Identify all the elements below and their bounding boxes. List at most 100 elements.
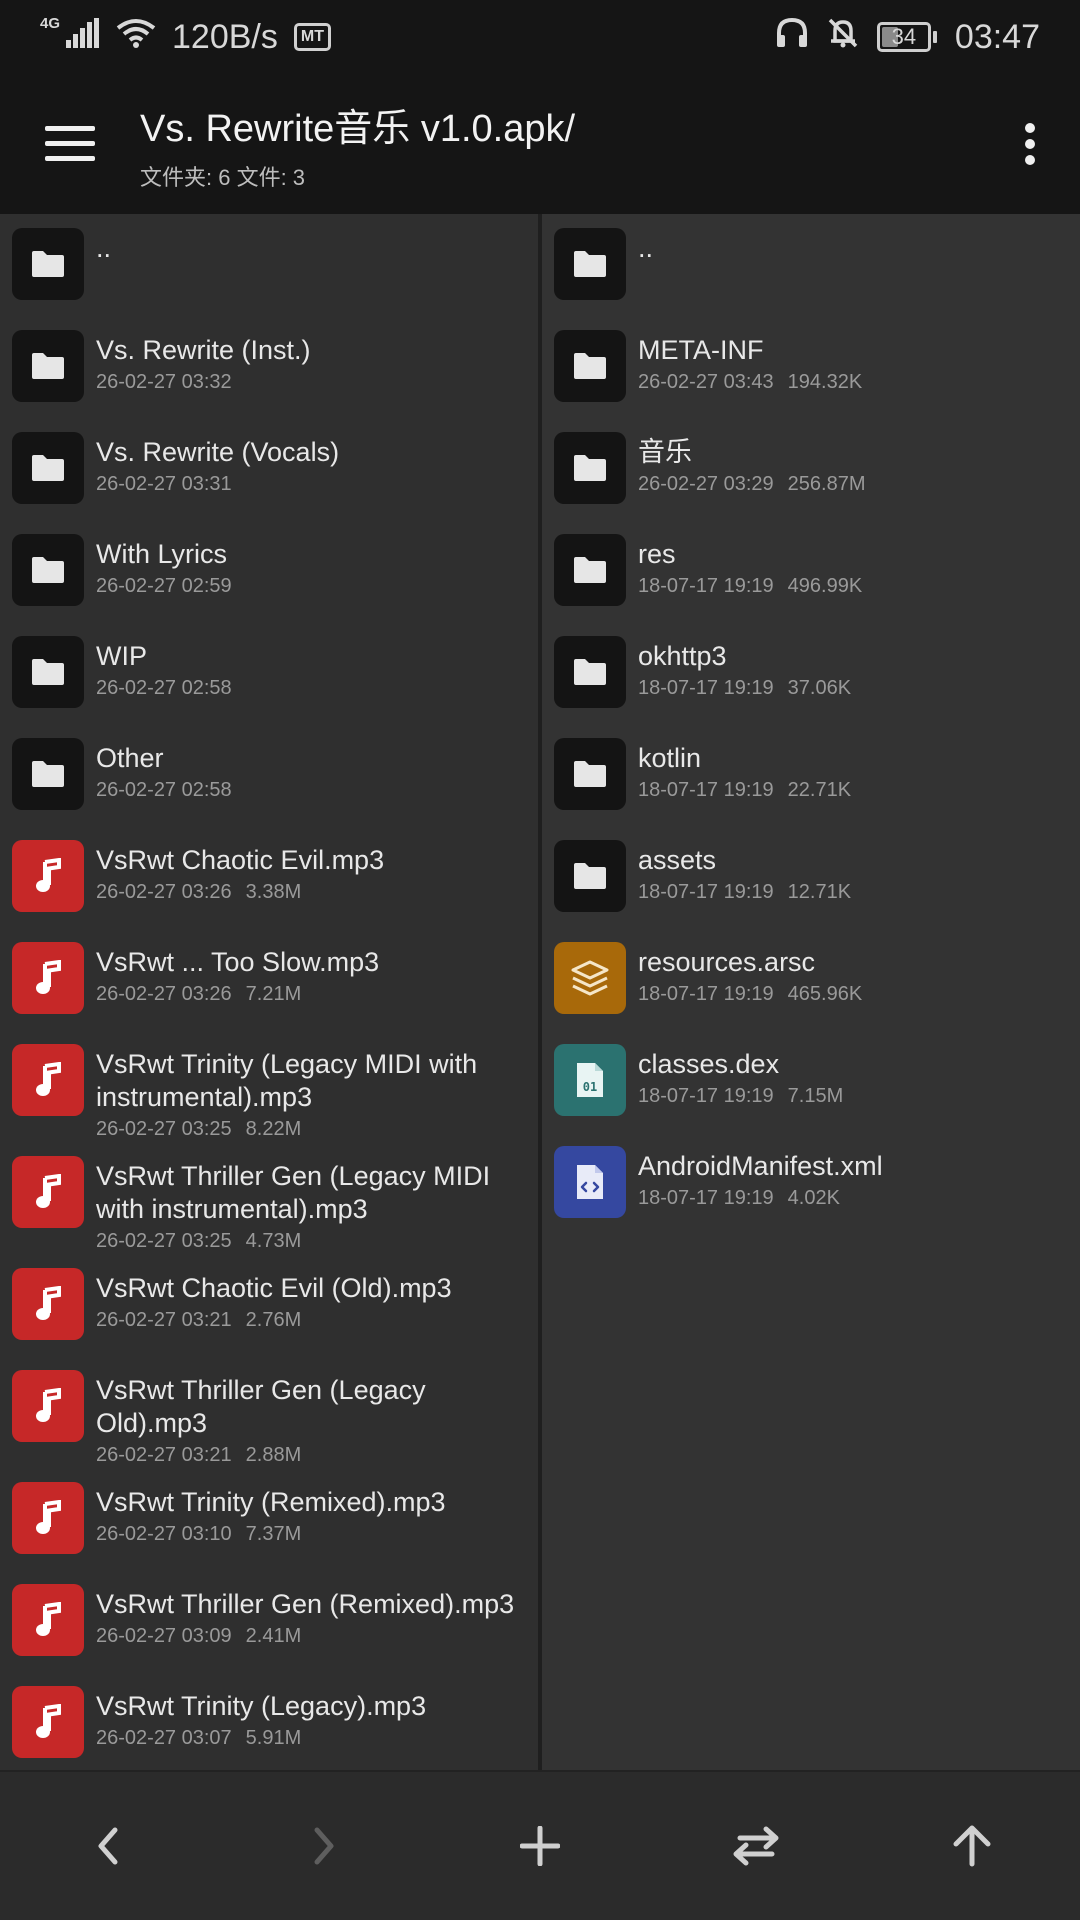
code-file-icon[interactable] xyxy=(554,1146,626,1218)
file-date: 26-02-27 02:58 xyxy=(96,779,232,801)
file-list-item[interactable]: VsRwt Trinity (Legacy).mp3 26-02-27 03:07… xyxy=(0,1672,538,1770)
folder-icon[interactable] xyxy=(12,432,84,504)
folder-icon[interactable] xyxy=(554,738,626,810)
file-name: .. xyxy=(638,233,654,263)
file-list-item[interactable]: VsRwt Trinity (Legacy MIDI with instrume… xyxy=(0,1030,538,1142)
file-list-item[interactable]: 01 classes.dex 18-07-17 19:19 7.15M xyxy=(542,1030,1080,1132)
right-file-list[interactable]: .. META-INF 26-02-27 03:43 194.32K 音乐 26-02-2… xyxy=(542,214,1080,1770)
file-list-item[interactable]: assets 18-07-17 19:19 12.71K xyxy=(542,826,1080,928)
file-name: META-INF xyxy=(638,335,764,365)
music-note-icon[interactable] xyxy=(12,1268,84,1340)
folder-icon[interactable] xyxy=(12,636,84,708)
file-list-item[interactable]: VsRwt Chaotic Evil.mp3 26-02-27 03:26 3.38… xyxy=(0,826,538,928)
file-list-item[interactable]: resources.arsc 18-07-17 19:19 465.96K xyxy=(542,928,1080,1030)
network-speed: 120B/s xyxy=(172,17,278,56)
music-note-icon[interactable] xyxy=(12,1044,84,1116)
more-options-button[interactable] xyxy=(980,74,1080,214)
file-list-item[interactable]: Vs. Rewrite (Vocals) 26-02-27 03:31 xyxy=(0,418,538,520)
file-info: Vs. Rewrite (Inst.) 26-02-27 03:32 xyxy=(96,330,538,395)
file-date: 18-07-17 19:19 xyxy=(638,779,774,801)
music-note-icon[interactable] xyxy=(12,942,84,1014)
file-list-item[interactable]: VsRwt Thriller Gen (Legacy MIDI with ins… xyxy=(0,1142,538,1254)
file-info: .. xyxy=(638,228,1080,265)
layers-icon[interactable] xyxy=(554,942,626,1014)
folder-icon[interactable] xyxy=(554,534,626,606)
file-date: 26-02-27 03:25 xyxy=(96,1118,232,1140)
music-note-icon[interactable] xyxy=(12,1584,84,1656)
file-date: 18-07-17 19:19 xyxy=(638,1085,774,1107)
file-date: 26-02-27 03:32 xyxy=(96,371,232,393)
back-button[interactable] xyxy=(48,1786,168,1906)
file-list-item[interactable]: With Lyrics 26-02-27 02:59 xyxy=(0,520,538,622)
file-size: 7.15M xyxy=(787,1085,844,1107)
arrow-up-icon xyxy=(953,1825,991,1867)
folder-icon[interactable] xyxy=(554,840,626,912)
file-date: 26-02-27 02:59 xyxy=(96,575,232,597)
file-size: 2.88M xyxy=(245,1444,302,1466)
battery-percent: 34 xyxy=(891,24,917,49)
menu-button[interactable] xyxy=(0,74,140,214)
file-name: Vs. Rewrite (Vocals) xyxy=(96,437,340,467)
file-list-item[interactable]: okhttp3 18-07-17 19:19 37.06K xyxy=(542,622,1080,724)
go-up-button[interactable] xyxy=(912,1786,1032,1906)
folder-icon[interactable] xyxy=(554,636,626,708)
forward-button[interactable] xyxy=(264,1786,384,1906)
folder-icon[interactable] xyxy=(12,228,84,300)
file-name: Vs. Rewrite (Inst.) xyxy=(96,335,311,365)
file-list-item[interactable]: META-INF 26-02-27 03:43 194.32K xyxy=(542,316,1080,418)
add-button[interactable] xyxy=(480,1786,600,1906)
file-info: VsRwt Chaotic Evil (Old).mp3 26-02-27 03:… xyxy=(96,1268,538,1333)
folder-icon[interactable] xyxy=(12,534,84,606)
file-list-item[interactable]: VsRwt Chaotic Evil (Old).mp3 26-02-27 03:… xyxy=(0,1254,538,1356)
file-list-item[interactable]: VsRwt Thriller Gen (Legacy Old).mp3 26-02… xyxy=(0,1356,538,1468)
file-info: VsRwt Trinity (Remixed).mp3 26-02-27 03:1… xyxy=(96,1482,538,1547)
left-file-list[interactable]: .. Vs. Rewrite (Inst.) 26-02-27 03:32 Vs. R… xyxy=(0,214,538,1770)
file-list-item[interactable]: WIP 26-02-27 02:58 xyxy=(0,622,538,724)
network-type-label: 4G xyxy=(40,14,61,32)
file-list-item[interactable]: Other 26-02-27 02:58 xyxy=(0,724,538,826)
file-info: VsRwt ... Too Slow.mp3 26-02-27 03:26 7.21… xyxy=(96,942,538,1007)
bottom-toolbar xyxy=(0,1770,1080,1920)
binary-file-icon[interactable]: 01 xyxy=(554,1044,626,1116)
folder-icon[interactable] xyxy=(554,228,626,300)
file-name: resources.arsc xyxy=(638,947,816,977)
file-list-item[interactable]: 音乐 26-02-27 03:29 256.87M xyxy=(542,418,1080,520)
folder-icon[interactable] xyxy=(12,330,84,402)
file-meta: 26-02-27 02:58 xyxy=(96,777,524,803)
clock: 03:47 xyxy=(954,17,1040,56)
file-name: VsRwt Chaotic Evil (Old).mp3 xyxy=(96,1273,452,1303)
folder-icon[interactable] xyxy=(554,330,626,402)
music-note-icon[interactable] xyxy=(12,1370,84,1442)
file-meta: 26-02-27 03:07 5.91M xyxy=(96,1725,524,1751)
file-info: VsRwt Thriller Gen (Remixed).mp3 26-02-27… xyxy=(96,1584,538,1649)
music-note-icon[interactable] xyxy=(12,1482,84,1554)
file-list-item[interactable]: VsRwt Trinity (Remixed).mp3 26-02-27 03:1… xyxy=(0,1468,538,1570)
folder-icon[interactable] xyxy=(12,738,84,810)
file-name: VsRwt Chaotic Evil.mp3 xyxy=(96,845,385,875)
file-list-item[interactable]: .. xyxy=(542,214,1080,316)
folder-icon[interactable] xyxy=(554,432,626,504)
file-list-item[interactable]: kotlin 18-07-17 19:19 22.71K xyxy=(542,724,1080,826)
file-list-item[interactable]: AndroidManifest.xml 18-07-17 19:19 4.02K xyxy=(542,1132,1080,1234)
file-date: 18-07-17 19:19 xyxy=(638,677,774,699)
file-size: 7.37M xyxy=(245,1523,302,1545)
file-list-item[interactable]: VsRwt ... Too Slow.mp3 26-02-27 03:26 7.21… xyxy=(0,928,538,1030)
swap-panes-button[interactable] xyxy=(696,1786,816,1906)
battery-icon: 34 xyxy=(876,22,937,52)
file-name: VsRwt Thriller Gen (Remixed).mp3 xyxy=(96,1589,515,1619)
file-date: 26-02-27 03:26 xyxy=(96,881,232,903)
file-list-item[interactable]: res 18-07-17 19:19 496.99K xyxy=(542,520,1080,622)
path-title-block[interactable]: Vs. Rewrite音乐 v1.0.apk/ 文件夹: 6 文件: 3 xyxy=(140,97,980,192)
file-info: META-INF 26-02-27 03:43 194.32K xyxy=(638,330,1080,395)
file-info: VsRwt Trinity (Legacy).mp3 26-02-27 03:07… xyxy=(96,1686,538,1751)
music-note-icon[interactable] xyxy=(12,840,84,912)
file-date: 26-02-27 03:25 xyxy=(96,1230,232,1252)
file-size: 2.41M xyxy=(245,1625,302,1647)
music-note-icon[interactable] xyxy=(12,1686,84,1758)
file-info: VsRwt Thriller Gen (Legacy MIDI with ins… xyxy=(96,1156,538,1254)
file-list-item[interactable]: .. xyxy=(0,214,538,316)
file-list-item[interactable]: Vs. Rewrite (Inst.) 26-02-27 03:32 xyxy=(0,316,538,418)
file-info: Other 26-02-27 02:58 xyxy=(96,738,538,803)
music-note-icon[interactable] xyxy=(12,1156,84,1228)
file-list-item[interactable]: VsRwt Thriller Gen (Remixed).mp3 26-02-27… xyxy=(0,1570,538,1672)
